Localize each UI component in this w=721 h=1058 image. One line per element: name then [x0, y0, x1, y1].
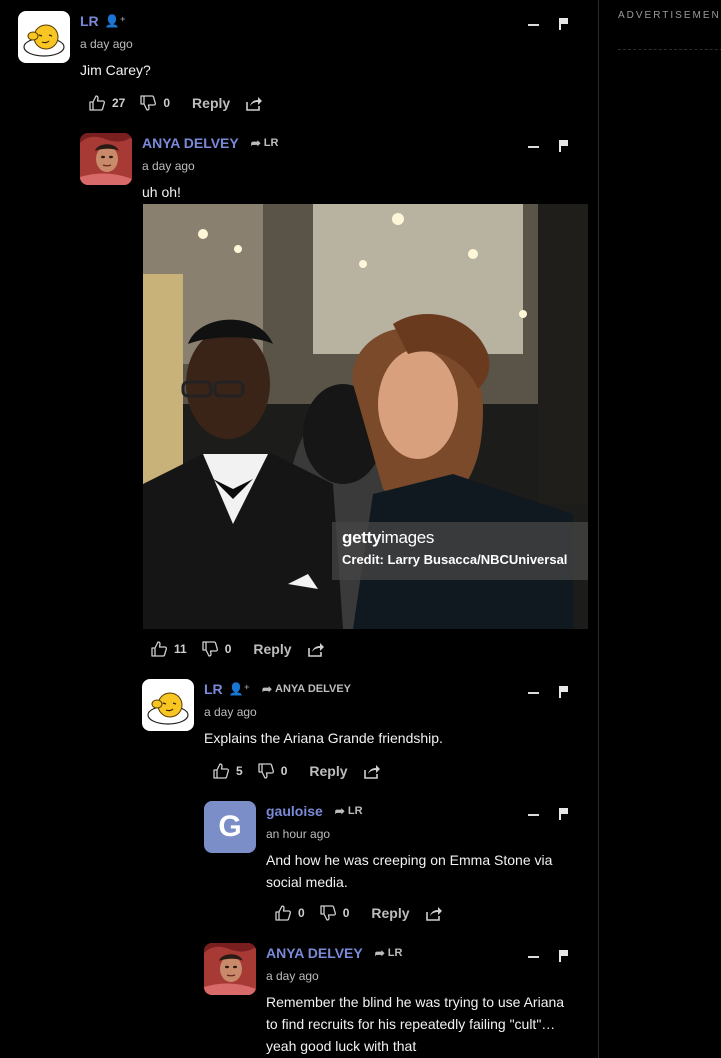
thumbs-up-icon	[212, 762, 230, 780]
comment-text: Explains the Ariana Grande friendship.	[204, 730, 443, 746]
thumbs-down-icon	[319, 904, 337, 922]
reply-button[interactable]: Reply	[371, 905, 409, 921]
reply-arrow-icon: ➦	[334, 804, 345, 818]
reply-to-link[interactable]: ➦ LR	[335, 804, 363, 818]
downvote-button[interactable]: 0	[257, 762, 288, 780]
comment-author[interactable]: LR	[204, 681, 223, 697]
comment-author[interactable]: LR	[80, 13, 99, 29]
reply-to-author: LR	[387, 947, 403, 959]
comment-text: Jim Carey?	[80, 62, 151, 78]
reply-to-author: ANYA DELVEY	[275, 683, 352, 695]
flag-icon[interactable]	[558, 140, 570, 154]
comment-timestamp[interactable]: a day ago	[142, 159, 195, 173]
advertisement-divider	[618, 49, 721, 50]
upvote-count: 27	[112, 96, 126, 110]
upvote-button[interactable]: 11	[150, 640, 187, 658]
downvote-button[interactable]: 0	[319, 904, 350, 922]
reply-to-author: LR	[347, 805, 363, 817]
comment-text-line: to find recruits for his repeatedly fail…	[266, 1016, 556, 1032]
collapse-icon[interactable]	[526, 950, 540, 964]
photo-credit: Credit: Larry Busacca/NBCUniversal	[342, 552, 568, 567]
downvote-count: 0	[224, 642, 232, 656]
flag-icon[interactable]	[558, 18, 570, 32]
comment-timestamp[interactable]: a day ago	[266, 969, 319, 983]
avatar[interactable]: G	[204, 801, 256, 853]
flag-icon[interactable]	[558, 950, 570, 964]
comment-timestamp[interactable]: a day ago	[204, 705, 257, 719]
downvote-count: 0	[163, 96, 171, 110]
thumbs-up-icon	[274, 904, 292, 922]
follow-user-icon[interactable]: 👤⁺	[229, 682, 250, 696]
thumbs-down-icon	[257, 762, 275, 780]
thumbs-down-icon	[139, 94, 157, 112]
thumbs-up-icon	[150, 640, 168, 658]
comment-author[interactable]: ANYA DELVEY	[142, 135, 239, 151]
comment-text: And how he was creeping on Emma Stone vi…	[266, 849, 552, 893]
collapse-icon[interactable]	[526, 140, 540, 154]
comment-image[interactable]: gettyimages Credit: Larry Busacca/NBCUni…	[143, 204, 588, 629]
image-credit-overlay: gettyimages Credit: Larry Busacca/NBCUni…	[332, 522, 588, 580]
upvote-button[interactable]: 0	[274, 904, 305, 922]
share-icon[interactable]	[306, 640, 324, 658]
upvote-button[interactable]: 27	[88, 94, 125, 112]
collapse-icon[interactable]	[526, 686, 540, 700]
comment: ANYA DELVEY ➦ LR a day ago Remember the …	[204, 943, 588, 1058]
comment-text-line: yeah good luck with that	[266, 1038, 417, 1054]
comment-author[interactable]: ANYA DELVEY	[266, 945, 363, 961]
share-icon[interactable]	[244, 94, 262, 112]
comment-text: uh oh!	[142, 184, 181, 200]
share-icon[interactable]	[362, 762, 380, 780]
flag-icon[interactable]	[558, 808, 570, 822]
reply-button[interactable]: Reply	[309, 763, 347, 779]
follow-user-icon[interactable]: 👤⁺	[105, 14, 126, 28]
avatar[interactable]	[80, 133, 132, 185]
upvote-count: 5	[236, 764, 243, 778]
upvote-count: 11	[174, 642, 187, 656]
comment-text: Remember the blind he was trying to use …	[266, 991, 564, 1057]
comment: LR 👤⁺ a day ago Jim Carey? 27 0 Reply	[18, 11, 578, 121]
reply-to-link[interactable]: ➦ LR	[251, 136, 279, 150]
comment: G gauloise ➦ LR an hour ago And how he w…	[204, 801, 588, 931]
comment-text-line: Remember the blind he was trying to use …	[266, 994, 565, 1010]
avatar[interactable]	[204, 943, 256, 995]
comment-timestamp[interactable]: a day ago	[80, 37, 133, 51]
collapse-icon[interactable]	[526, 808, 540, 822]
avatar[interactable]	[18, 11, 70, 63]
comment-text-line: social media.	[266, 874, 348, 890]
reply-arrow-icon: ➦	[374, 946, 385, 960]
comment-timestamp[interactable]: an hour ago	[266, 827, 330, 841]
sidebar: ADVERTISEMENT	[598, 0, 721, 1058]
thumbs-down-icon	[201, 640, 219, 658]
thumbs-up-icon	[88, 94, 106, 112]
downvote-count: 0	[342, 906, 350, 920]
reply-arrow-icon: ➦	[250, 136, 261, 150]
avatar[interactable]	[142, 679, 194, 731]
advertisement-label: ADVERTISEMENT	[618, 10, 721, 21]
downvote-button[interactable]: 0	[139, 94, 170, 112]
reply-arrow-icon: ➦	[261, 682, 273, 696]
getty-logo: gettyimages	[342, 528, 435, 547]
comment-author[interactable]: gauloise	[266, 803, 323, 819]
upvote-button[interactable]: 5	[212, 762, 243, 780]
comment-text-line: And how he was creeping on Emma Stone vi…	[266, 852, 553, 868]
flag-icon[interactable]	[558, 686, 570, 700]
reply-button[interactable]: Reply	[192, 95, 230, 111]
reply-button[interactable]: Reply	[253, 641, 291, 657]
collapse-icon[interactable]	[526, 18, 540, 32]
downvote-count: 0	[280, 764, 288, 778]
comment: LR 👤⁺ ➦ ANYA DELVEY a day ago Explains t…	[142, 679, 588, 789]
share-icon[interactable]	[424, 904, 442, 922]
downvote-button[interactable]: 0	[201, 640, 232, 658]
reply-to-author: LR	[263, 137, 279, 149]
reply-to-link[interactable]: ➦ ANYA DELVEY	[262, 682, 351, 696]
reply-to-link[interactable]: ➦ LR	[375, 946, 403, 960]
comment-thread: LR 👤⁺ a day ago Jim Carey? 27 0 Reply AN…	[0, 0, 598, 1058]
upvote-count: 0	[298, 906, 305, 920]
